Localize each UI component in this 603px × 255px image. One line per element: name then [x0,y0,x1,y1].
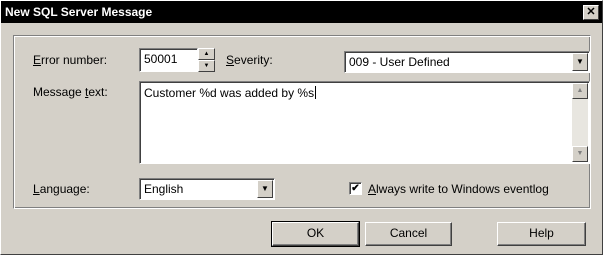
dialog-title: New SQL Server Message [5,5,153,19]
spin-down-button[interactable]: ▼ [198,60,215,72]
error-number-spinner[interactable]: ▲ ▼ [198,48,215,72]
spin-up-icon: ▲ [203,51,210,57]
language-dropdown-button[interactable]: ▼ [257,180,273,198]
error-number-label: Error number: [33,53,108,67]
error-number-input[interactable]: 50001 [139,48,198,72]
scroll-down-icon: ▼ [576,150,584,157]
scroll-down-button[interactable]: ▼ [572,146,588,162]
eventlog-checkbox[interactable]: ✔ [349,182,362,195]
scroll-up-icon: ▲ [576,87,584,94]
cancel-button[interactable]: Cancel [365,222,452,246]
language-dropdown[interactable]: English ▼ [139,178,275,200]
message-text-value: Customer %d was added by %s [144,86,317,100]
close-icon: ✕ [586,6,596,18]
message-text-label: Message text: [33,85,108,99]
message-scrollbar[interactable]: ▲ ▼ [572,83,588,162]
severity-label: Severity: [226,53,273,67]
severity-dropdown[interactable]: 009 - User Defined ▼ [344,51,590,73]
new-sql-server-message-dialog: New SQL Server Message ✕ Error number: 5… [0,0,603,255]
error-number-value: 50001 [144,52,178,66]
scroll-up-button[interactable]: ▲ [572,83,588,99]
language-label: Language: [33,182,90,196]
checkmark-icon: ✔ [351,183,360,194]
message-text-area[interactable]: Customer %d was added by %s ▲ ▼ [139,81,590,164]
chevron-down-icon: ▼ [576,57,584,66]
eventlog-label[interactable]: Always write to Windows eventlog [368,182,549,196]
language-value: English [144,182,184,196]
severity-dropdown-button[interactable]: ▼ [572,53,588,71]
severity-value: 009 - User Defined [349,55,450,69]
chevron-down-icon: ▼ [261,184,269,193]
title-bar[interactable]: New SQL Server Message ✕ [1,1,602,23]
help-button[interactable]: Help [497,222,586,246]
spin-up-button[interactable]: ▲ [198,48,215,60]
close-button[interactable]: ✕ [583,5,599,20]
spin-down-icon: ▼ [203,63,210,69]
ok-button[interactable]: OK [271,221,360,247]
